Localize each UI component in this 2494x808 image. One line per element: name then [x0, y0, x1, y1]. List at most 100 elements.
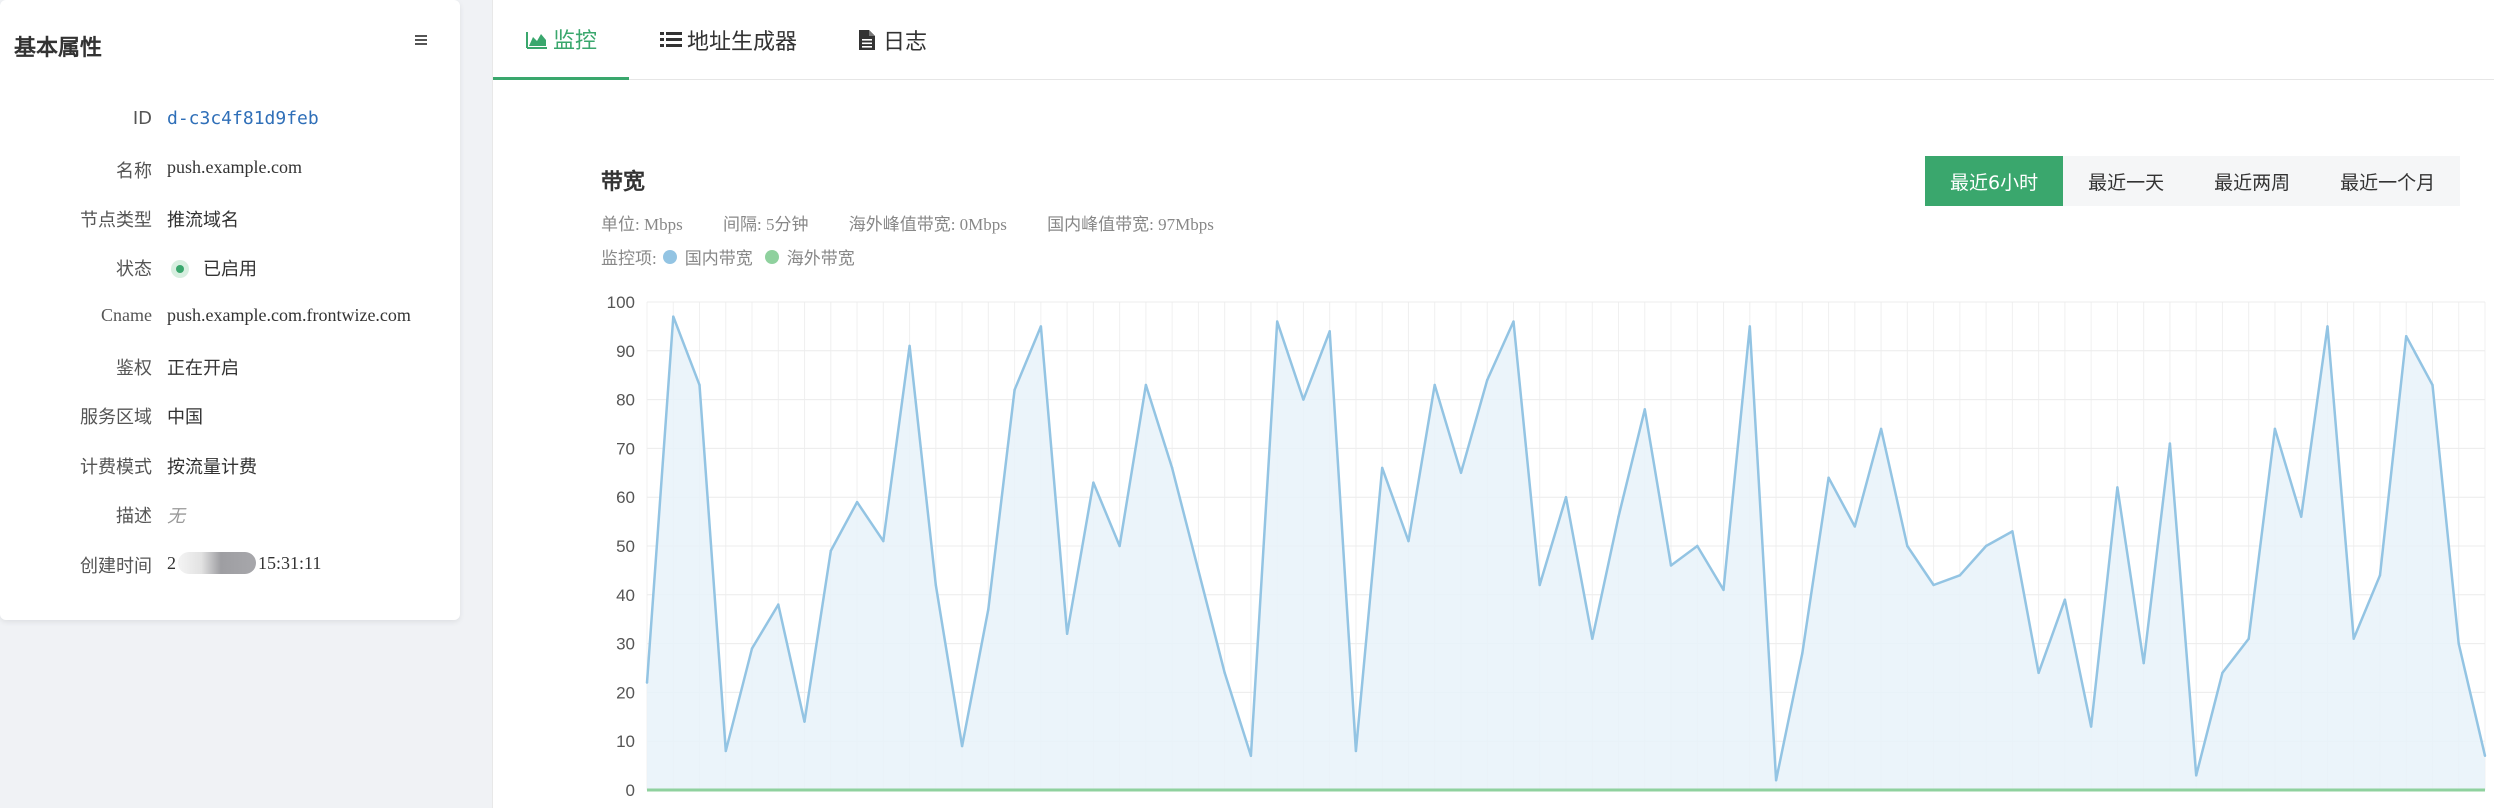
- legend-item-overseas[interactable]: 海外带宽: [764, 244, 855, 269]
- tab-bar: 监控 地址生成器 日志: [493, 0, 2494, 80]
- prop-value-status: 已启用: [167, 255, 257, 281]
- legend-item-domestic[interactable]: 国内带宽: [662, 244, 753, 269]
- data-point-domestic: [1879, 427, 1883, 431]
- data-point-domestic: [1906, 544, 1909, 548]
- chart-title: 带宽: [601, 170, 646, 195]
- y-tick-label: 60: [616, 488, 635, 507]
- list-icon: [660, 32, 682, 47]
- prop-value-description: 无: [167, 506, 185, 526]
- data-point-domestic: [2063, 598, 2067, 601]
- data-point-domestic: [2326, 325, 2329, 328]
- data-point-domestic: [1275, 320, 1279, 323]
- data-point-domestic: [1486, 378, 1489, 382]
- status-indicator-icon: [171, 260, 189, 278]
- range-button-6h[interactable]: 最近6小时: [1925, 156, 2064, 206]
- data-point-domestic: [1459, 471, 1463, 474]
- tab-url-generator[interactable]: 地址生成器: [659, 0, 797, 80]
- time-range-selector: 最近6小时 最近一天 最近两周 最近一个月: [1925, 156, 2461, 206]
- prop-row-node-type: 节点类型 推流域名: [0, 206, 460, 236]
- created-date-prefix: 2: [167, 553, 176, 573]
- prop-value-id: d-c3c4f81d9feb: [167, 108, 319, 129]
- range-button-1d[interactable]: 最近一天: [2063, 156, 2189, 206]
- legend-label: 国内带宽: [684, 249, 753, 268]
- data-point-domestic: [1328, 330, 1331, 333]
- bandwidth-chart: 0 10 20 30 40 50 60 70 80 90 100: [607, 293, 2487, 800]
- data-point-domestic: [803, 720, 806, 723]
- data-point-domestic: [1197, 569, 1200, 572]
- prop-value-cname: push.example.com.frontwize.com: [167, 305, 411, 325]
- range-button-2w[interactable]: 最近两周: [2189, 156, 2315, 206]
- data-point-domestic: [2431, 383, 2434, 387]
- status-text: 已启用: [203, 259, 257, 280]
- y-tick-label: 50: [616, 537, 635, 556]
- menu-icon[interactable]: [412, 28, 432, 48]
- y-tick-label: 20: [616, 683, 635, 702]
- data-point-domestic: [724, 749, 727, 753]
- tab-monitor[interactable]: 监控: [493, 0, 629, 80]
- data-point-domestic: [2273, 427, 2277, 431]
- data-point-domestic: [1853, 525, 1857, 528]
- data-point-domestic: [1617, 515, 1620, 518]
- prop-row-region: 服务区域 中国: [0, 403, 460, 433]
- data-point-domestic: [1591, 637, 1594, 640]
- data-point-domestic: [1538, 583, 1541, 587]
- created-time: 15:31:11: [258, 553, 322, 573]
- data-point-domestic: [2011, 530, 2014, 533]
- legend-dot-icon: [662, 249, 677, 264]
- prop-label: 名称: [116, 161, 152, 182]
- y-tick-label: 10: [616, 732, 635, 751]
- prop-label: 服务区域: [80, 407, 152, 428]
- overseas-peak: 海外峰值带宽: 0Mbps: [848, 215, 1007, 234]
- data-point-domestic: [1643, 408, 1646, 411]
- prop-label: Cname: [101, 305, 152, 325]
- data-point-domestic: [1696, 544, 1699, 548]
- data-point-domestic: [2300, 515, 2303, 518]
- prop-value-created: 2 15:31:11: [167, 552, 321, 574]
- prop-value-auth: 正在开启: [167, 358, 239, 379]
- y-tick-label: 40: [616, 586, 635, 605]
- data-point-domestic: [2221, 671, 2224, 675]
- tab-label: 日志: [883, 30, 928, 55]
- data-point-domestic: [2194, 774, 2198, 777]
- data-point-domestic: [829, 549, 832, 553]
- data-point-domestic: [1932, 583, 1935, 587]
- data-point-domestic: [1065, 632, 1069, 636]
- data-point-domestic: [1564, 496, 1568, 499]
- data-point-domestic: [960, 744, 964, 748]
- y-tick-label: 70: [616, 439, 635, 458]
- data-point-domestic: [1144, 383, 1148, 387]
- chart-legend: 监控项: 国内带宽 海外带宽: [601, 244, 861, 269]
- legend-label: 海外带宽: [786, 249, 855, 268]
- data-point-domestic: [1223, 671, 1226, 675]
- data-point-domestic: [2352, 637, 2355, 640]
- data-point-domestic: [2378, 574, 2382, 577]
- range-button-1m[interactable]: 最近一个月: [2315, 156, 2460, 206]
- data-point-domestic: [2457, 642, 2460, 645]
- data-point-domestic: [1039, 325, 1043, 328]
- data-point-domestic: [1407, 539, 1410, 543]
- data-point-domestic: [1302, 398, 1305, 401]
- y-tick-label: 0: [626, 781, 635, 800]
- prop-label: ID: [132, 108, 152, 129]
- prop-row-name: 名称 push.example.com: [0, 157, 460, 187]
- domestic-peak: 国内峰值带宽: 97Mbps: [1047, 215, 1214, 234]
- data-point-domestic: [2168, 442, 2172, 445]
- panel-title: 基本属性: [14, 36, 103, 61]
- prop-label: 节点类型: [80, 210, 152, 231]
- main-content: 监控 地址生成器 日志 带宽 单位: Mbps 间隔: 5分钟 海外峰值带宽: …: [492, 0, 2494, 808]
- prop-label: 描述: [116, 506, 152, 527]
- chart-unit: 单位: Mbps: [601, 215, 683, 234]
- data-point-domestic: [777, 603, 780, 606]
- tab-label: 监控: [552, 28, 597, 54]
- data-point-domestic: [2142, 661, 2145, 665]
- data-point-domestic: [2247, 637, 2250, 640]
- y-tick-label: 90: [616, 342, 635, 361]
- prop-value-billing: 按流量计费: [167, 457, 257, 478]
- redacted-date: [178, 552, 256, 574]
- data-point-domestic: [1984, 544, 1988, 548]
- data-point-domestic: [1958, 574, 1962, 577]
- prop-value-name: push.example.com: [167, 157, 302, 177]
- data-point-domestic: [1801, 652, 1804, 655]
- tab-logs[interactable]: 日志: [855, 0, 927, 80]
- data-point-domestic: [2116, 486, 2119, 489]
